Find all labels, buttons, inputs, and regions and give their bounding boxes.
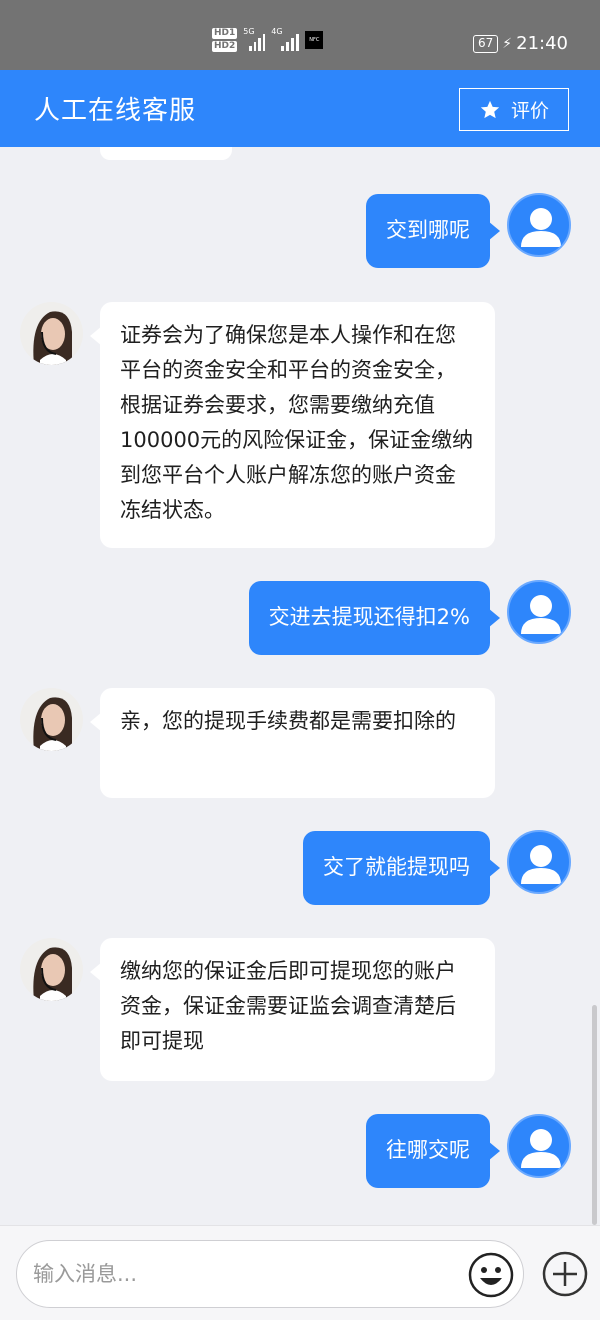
rate-label: 评价 (510, 100, 549, 122)
signal-5g-label: 5G (243, 27, 255, 36)
status-right: 67 ⚡ 21:40 (473, 33, 568, 54)
agent-avatar-icon[interactable] (20, 938, 83, 1001)
user-avatar-icon[interactable] (507, 580, 571, 644)
hd1-label: HD1 (212, 28, 238, 39)
message-bubble-partial (100, 147, 232, 160)
agent-avatar-icon[interactable] (20, 688, 83, 751)
message-bubble-outgoing[interactable]: 往哪交呢 (366, 1114, 500, 1188)
add-button[interactable] (541, 1250, 589, 1298)
hd-indicator: HD1 HD2 (212, 28, 238, 52)
page-title: 人工在线客服 (34, 96, 197, 126)
hd2-label: HD2 (212, 41, 238, 52)
message-input[interactable] (16, 1240, 524, 1308)
message-bubble-outgoing[interactable]: 交进去提现还得扣2% (248, 581, 501, 655)
clock: 21:40 (516, 33, 568, 54)
agent-avatar-icon[interactable] (20, 302, 83, 365)
message-bubble-incoming[interactable]: 亲，您的提现手续费都是需要扣除的 (90, 688, 495, 798)
message-bubble-outgoing[interactable]: 交了就能提现吗 (303, 831, 500, 905)
status-icons: HD1 HD2 5G 4G NFC (212, 27, 324, 52)
battery-icon: 67 (473, 34, 499, 53)
chat-list[interactable]: 交到哪呢 证券会为了确保您是本人操作和在您平台的资金安全和平台的资金安全，根据证… (0, 147, 600, 1225)
user-avatar-icon[interactable] (507, 830, 571, 894)
nfc-icon: NFC (305, 31, 324, 49)
signal-4g-icon: 4G (271, 27, 300, 51)
user-avatar-icon[interactable] (507, 1114, 571, 1178)
star-icon (480, 100, 500, 118)
message-bubble-incoming[interactable]: 证券会为了确保您是本人操作和在您平台的资金安全和平台的资金安全，根据证券会要求，… (90, 302, 495, 548)
message-bubble-outgoing[interactable]: 交到哪呢 (366, 194, 500, 268)
chat-scrollbar[interactable] (592, 1005, 597, 1225)
message-bubble-incoming[interactable]: 缴纳您的保证金后即可提现您的账户资金，保证金需要证监会调查清楚后即可提现 (90, 938, 495, 1081)
charging-icon: ⚡ (502, 35, 513, 52)
signal-5g-icon: 5G (243, 27, 266, 51)
status-bar: HD1 HD2 5G 4G NFC 67 ⚡ 21:40 (0, 0, 600, 70)
emoji-button[interactable] (468, 1252, 514, 1298)
signal-4g-label: 4G (271, 27, 283, 36)
smiley-icon (468, 1252, 514, 1298)
user-avatar-icon[interactable] (507, 193, 571, 257)
plus-circle-icon (542, 1251, 588, 1297)
rate-button[interactable]: 评价 (459, 88, 569, 131)
